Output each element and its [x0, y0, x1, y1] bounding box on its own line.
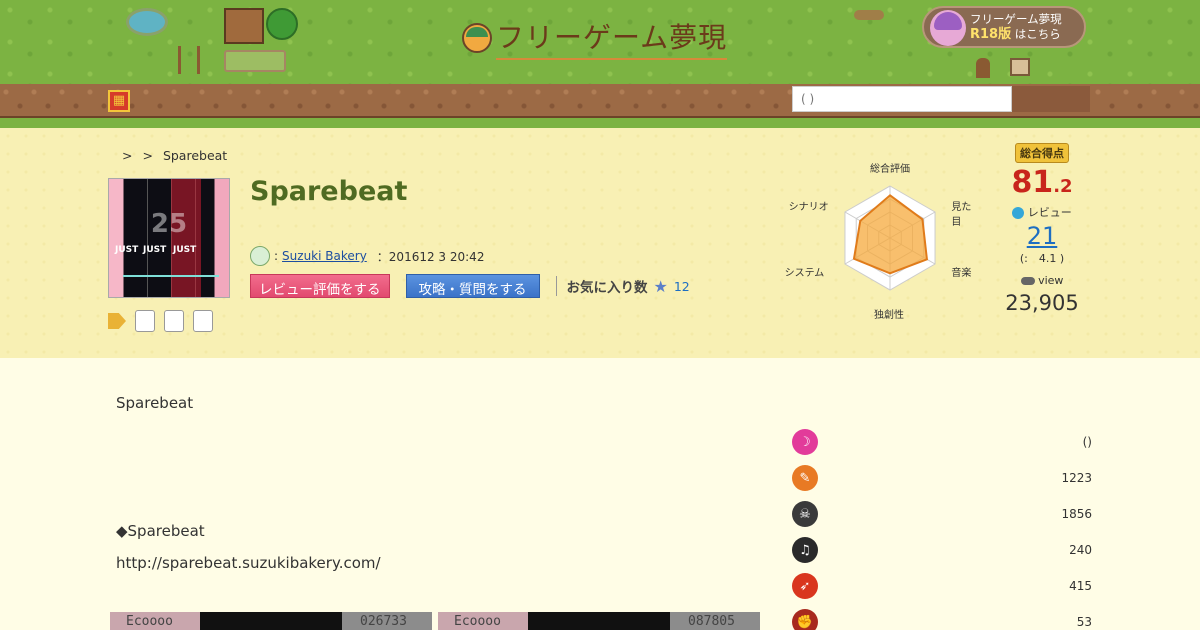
stat-value: (): [1082, 435, 1092, 449]
official-site-url[interactable]: http://sparebeat.suzukibakery.com/: [116, 554, 381, 572]
description-line: Sparebeat: [116, 394, 194, 412]
favorites-label: お気に入り数: [566, 280, 648, 296]
radar-axis-label: 独創性: [874, 310, 904, 321]
gate-decoration: [178, 46, 200, 74]
thumbnail-combo: 25: [150, 209, 188, 239]
thumbnail-judge: JUST: [143, 245, 167, 255]
review-label: レビュー: [1004, 204, 1080, 220]
stat-row: ♫ 240: [792, 532, 1092, 568]
favorites-count: 12: [673, 278, 690, 294]
stat-row: ➶ 415: [792, 568, 1092, 604]
rating-radar-chart: 総合評価見た目音楽独創性 システム シナリオ: [785, 148, 980, 328]
tag-list: [108, 310, 213, 332]
logo-text: フリーゲーム夢現: [496, 16, 728, 60]
runner-icon: ➶: [792, 573, 818, 599]
developer-prefix: :: [274, 249, 279, 263]
breadcrumb: > > Sparebeat: [122, 148, 227, 163]
piano-icon: ♫: [792, 537, 818, 563]
game-meta: : Suzuki Bakery ：201612 3 20:42: [250, 246, 484, 266]
post-date: ：201612 3 20:42: [376, 249, 485, 264]
monster-icon: ☠: [792, 501, 818, 527]
score-panel: 総合得点 81.2 レビュー 21 (: 4.1 ) view 23,905: [1004, 142, 1080, 315]
feather-icon: ✎: [792, 465, 818, 491]
review-label-text: レビュー: [1027, 206, 1072, 219]
radar-axis-label: 総合評価: [870, 164, 910, 175]
tag-item[interactable]: [193, 310, 213, 332]
site-header: フリーゲーム夢現 フリーゲーム夢現 R18版 はこちら: [0, 0, 1200, 84]
stat-row: ☽ (): [792, 424, 1092, 460]
star-icon[interactable]: ★: [654, 277, 668, 296]
radar-axis-label: 見た目: [951, 202, 972, 228]
grass-strip: [0, 118, 1200, 128]
thumbnail-judge: JUST: [115, 245, 139, 255]
screenshot-right-text: 087805: [688, 614, 735, 629]
write-review-button[interactable]: レビュー評価をする: [250, 274, 390, 298]
stat-row: ✎ 1223: [792, 460, 1092, 496]
developer-avatar-icon: [250, 246, 270, 266]
screenshot-right-text: 026733: [360, 614, 407, 629]
score-badge: 総合得点: [1015, 143, 1069, 163]
moon-icon: ☽: [792, 429, 818, 455]
field-decoration: [224, 50, 286, 72]
game-stats-list: ☽ () ✎ 1223 ☠ 1856 ♫ 240 ➶ 415 ✊ 53: [792, 424, 1092, 630]
search-bar: [792, 86, 1090, 112]
guide-question-button[interactable]: 攻略・質問をする: [405, 274, 540, 298]
breadcrumb-sep: >: [122, 148, 133, 163]
stat-value: 1856: [1061, 507, 1092, 521]
game-actions: レビュー評価をする 攻略・質問をする お気に入り数 ★ 12: [250, 274, 690, 298]
developer-link[interactable]: Suzuki Bakery: [282, 249, 367, 263]
chair-decoration: [976, 58, 990, 78]
favorites: お気に入り数 ★ 12: [555, 276, 690, 296]
signboard-decoration: [1010, 58, 1030, 76]
r18-character-icon: [930, 10, 966, 46]
speech-bubble-icon: [1012, 207, 1025, 219]
stat-value: 240: [1069, 543, 1092, 557]
radar-axis-label: 音楽: [951, 268, 972, 279]
search-input[interactable]: [792, 86, 1012, 112]
view-label: view: [1004, 274, 1080, 287]
screenshot-thumbnail[interactable]: Ecoooo 026733: [110, 612, 432, 630]
site-logo[interactable]: フリーゲーム夢現: [462, 16, 728, 60]
screenshot-left-text: Ecoooo: [126, 614, 173, 629]
breadcrumb-sep: >: [142, 148, 153, 163]
tree-decoration: [266, 8, 298, 40]
pond-decoration: [126, 8, 168, 36]
gift-box-icon[interactable]: ▦: [108, 90, 130, 112]
breadcrumb-current: Sparebeat: [162, 148, 228, 163]
game-thumbnail[interactable]: 25 JUST JUST JUST: [108, 178, 230, 298]
stat-row: ✊ 53: [792, 604, 1092, 630]
score-integer: 81: [1011, 165, 1054, 200]
tag-icon: [108, 313, 126, 329]
r18-line1: フリーゲーム夢現: [970, 12, 1062, 26]
radar-axis-label: シナリオ: [788, 202, 829, 213]
log-decoration: [854, 10, 884, 20]
view-label-text: view: [1038, 274, 1064, 287]
view-count: 23,905: [1005, 291, 1079, 315]
stat-row: ☠ 1856: [792, 496, 1092, 532]
screenshot-thumbnail[interactable]: Ecoooo 087805: [438, 612, 760, 630]
strongman-icon: ✊: [792, 609, 818, 630]
description-line: ◆Sparebeat: [116, 522, 205, 540]
thumbnail-judge: JUST: [173, 245, 197, 255]
r18-line2: はこちら: [1014, 27, 1061, 41]
review-count-link[interactable]: 21: [1004, 222, 1080, 250]
score-decimal: .2: [1053, 176, 1073, 197]
tag-item[interactable]: [135, 310, 155, 332]
stat-value: 1223: [1061, 471, 1092, 485]
radar-svg: [844, 185, 936, 291]
binoculars-icon: [1020, 277, 1035, 285]
screenshot-left-text: Ecoooo: [454, 614, 501, 629]
house-decoration: [224, 8, 264, 44]
search-button[interactable]: [1012, 86, 1090, 112]
r18-badge: R18版: [970, 27, 1012, 42]
radar-axis-label: システム: [784, 268, 825, 279]
mascot-icon: [462, 23, 492, 53]
game-title: Sparebeat: [250, 176, 408, 207]
stat-value: 53: [1076, 615, 1092, 629]
stat-value: 415: [1069, 579, 1092, 593]
review-average: (: 4.1 ): [1019, 252, 1065, 265]
r18-banner[interactable]: フリーゲーム夢現 R18版 はこちら: [922, 6, 1086, 48]
total-score: 81.2: [1004, 165, 1080, 200]
tag-item[interactable]: [164, 310, 184, 332]
